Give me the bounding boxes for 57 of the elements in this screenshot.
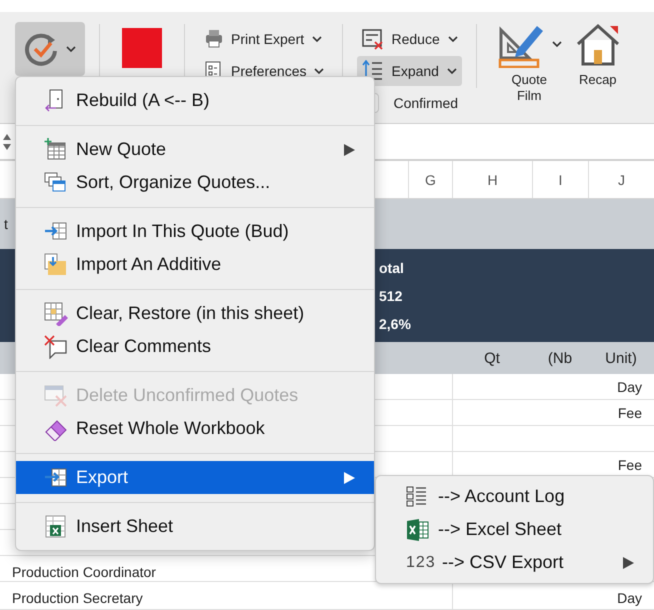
column-title: (Nb — [546, 348, 574, 368]
ribbon-button[interactable]: Reduce — [357, 24, 462, 54]
ribbon-large-button[interactable]: Recap — [568, 20, 628, 88]
folder-import-icon — [44, 252, 68, 276]
list-with-x-icon — [361, 28, 384, 50]
menu-item[interactable]: New Quote — [16, 133, 374, 166]
menu-item[interactable]: Import In This Quote (Bud) — [16, 215, 374, 248]
table-cell-text: Fee — [616, 456, 643, 474]
spreadsheet-icon — [44, 514, 68, 538]
column-title: Unit) — [604, 348, 638, 368]
comment-x-icon — [44, 334, 68, 358]
digits-icon: 123 — [406, 554, 434, 572]
table-cell-text: Fee — [616, 404, 643, 422]
caret-icon — [66, 46, 76, 52]
caret-icon — [314, 68, 324, 74]
table-cell-text: Day — [616, 378, 643, 397]
ribbon-large-button[interactable]: Quote Film — [490, 20, 568, 104]
caret-icon — [312, 36, 322, 42]
spreadsheet-x-icon — [406, 518, 430, 542]
table-eraser-icon — [44, 302, 68, 326]
column-header[interactable]: I — [532, 161, 588, 198]
menu-item[interactable]: 123 --> CSV Export — [376, 546, 653, 579]
table-cell-text: Day — [616, 589, 643, 608]
refresh-menu-button[interactable] — [15, 22, 85, 76]
menu-item[interactable]: Clear Comments — [16, 330, 374, 363]
menu-item[interactable]: Import An Additive — [16, 248, 374, 281]
table-plus-icon — [44, 138, 68, 162]
ribbon-button[interactable]: Print Expert — [199, 24, 328, 54]
menu-item[interactable]: Insert Sheet — [16, 510, 374, 543]
color-swatch[interactable] — [122, 28, 162, 68]
caret-icon — [446, 68, 457, 74]
summary-text: 2,6% — [379, 314, 412, 332]
table-cell-text: Production Coordinator — [11, 563, 157, 581]
stepper-arrows-icon — [2, 132, 12, 152]
checkbox-label: Confirmed — [393, 95, 458, 111]
menu-item[interactable]: Rebuild (A <-- B) — [16, 84, 374, 117]
caret-icon — [448, 36, 458, 42]
printer-icon — [203, 29, 223, 49]
column-header[interactable]: H — [452, 161, 532, 198]
ribbon-button[interactable]: Expand — [357, 56, 462, 86]
table-cell-text: Production Secretary — [11, 589, 144, 608]
column-header[interactable]: G — [408, 161, 452, 198]
table-x-icon — [44, 384, 68, 408]
summary-text: otal — [379, 258, 405, 276]
menu-item[interactable]: --> Excel Sheet — [376, 513, 653, 546]
column-header[interactable]: J — [588, 161, 654, 198]
menu-item[interactable]: --> Account Log — [376, 480, 653, 513]
menu-item[interactable]: Reset Whole Workbook — [16, 412, 374, 445]
menu-item[interactable]: Export — [16, 461, 374, 494]
menu-item[interactable]: Sort, Organize Quotes... — [16, 166, 374, 199]
menu-item[interactable]: Clear, Restore (in this sheet) — [16, 297, 374, 330]
circular-arrow-check-icon — [24, 31, 60, 67]
stacked-windows-icon — [44, 170, 68, 194]
row-label: t — [4, 216, 8, 232]
column-title: Qt — [483, 348, 501, 368]
table-export-icon — [44, 466, 68, 490]
summary-text: 512 — [379, 286, 404, 304]
